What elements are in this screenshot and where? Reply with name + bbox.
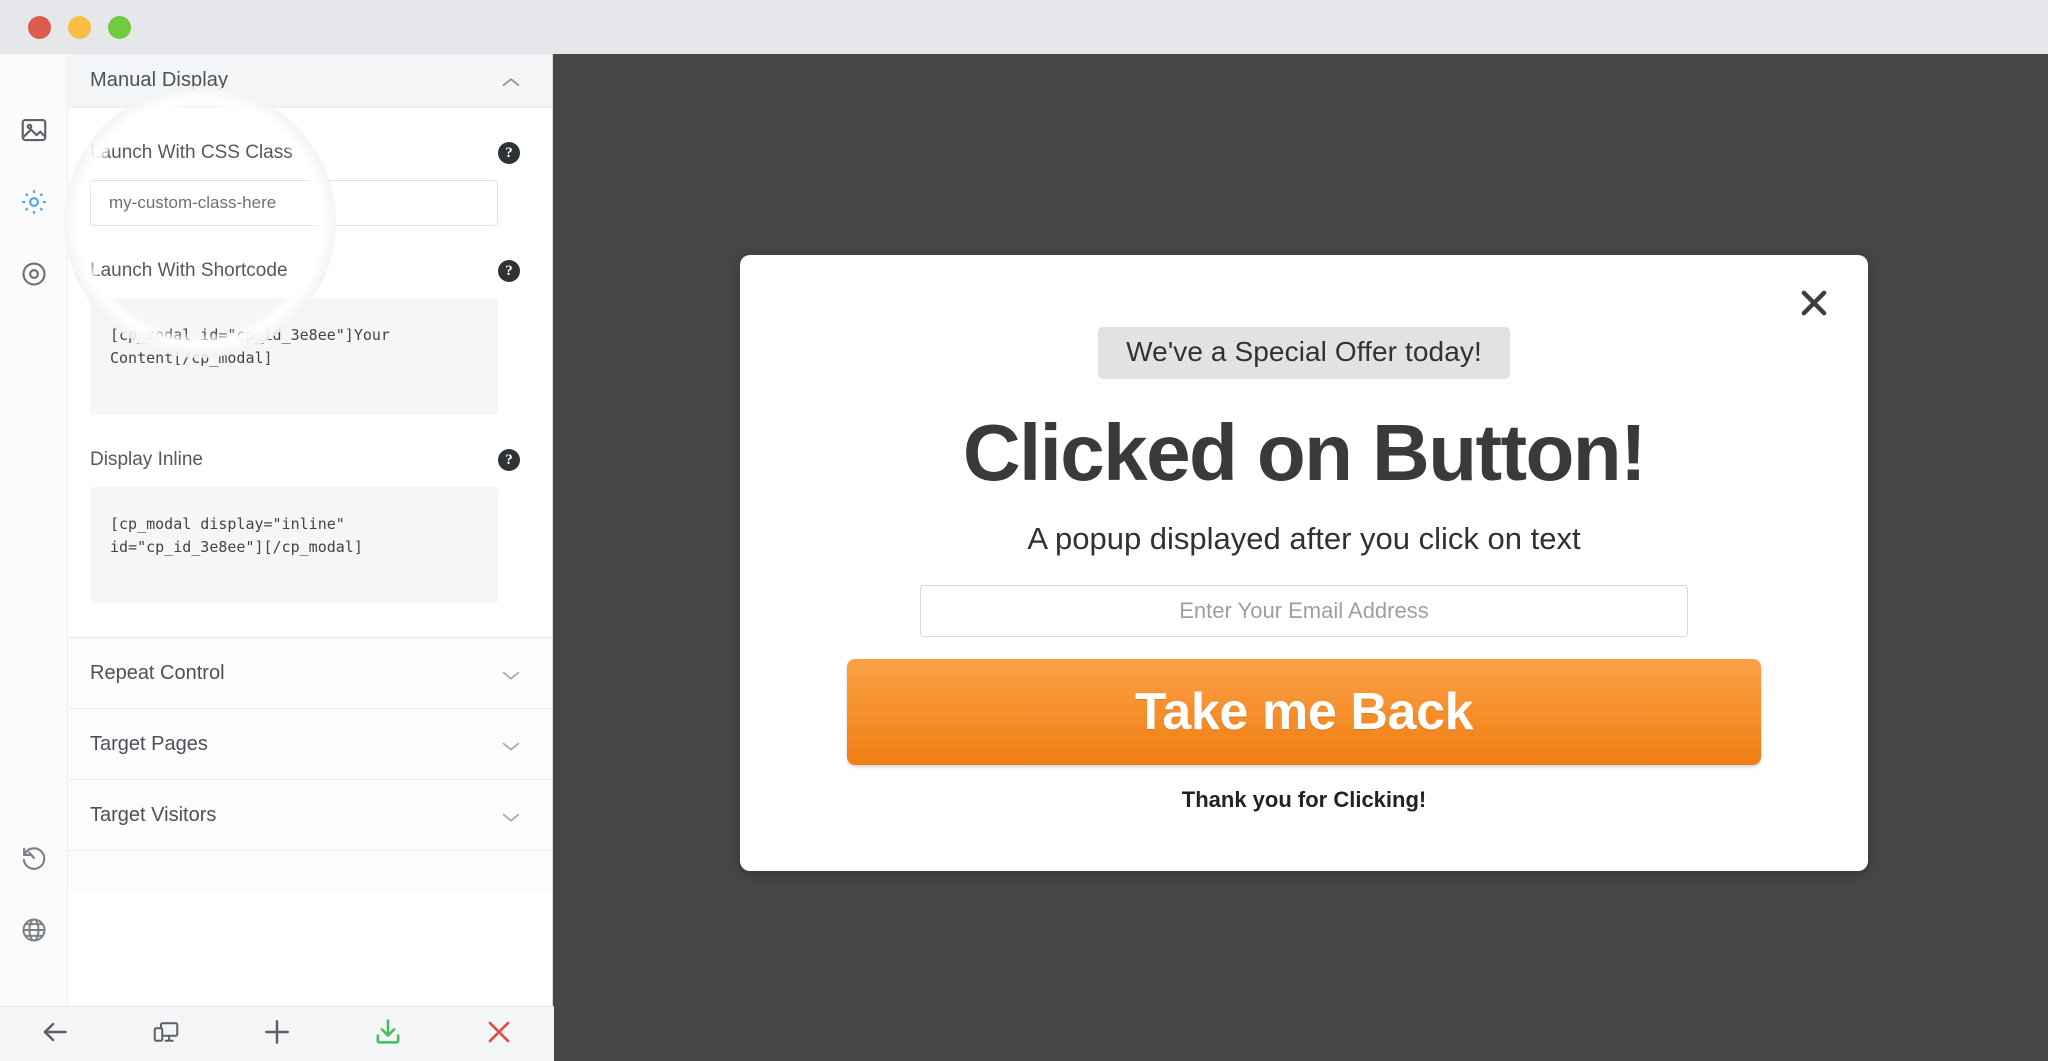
left-icon-rail <box>0 54 68 1061</box>
rail-bottom-group <box>0 822 68 966</box>
section-header-target-visitors[interactable]: Target Visitors <box>68 780 552 851</box>
section-header-manual-display[interactable]: Manual Display <box>68 54 552 108</box>
chevron-down-icon[interactable] <box>502 810 520 822</box>
modal-subheadline: A popup displayed after you click on tex… <box>1027 521 1581 556</box>
field-header: Launch With Shortcode ? <box>90 260 530 282</box>
close-x-icon <box>483 1016 515 1053</box>
toolbar-responsive-button[interactable] <box>111 1007 222 1061</box>
section-header-repeat-control[interactable]: Repeat Control <box>68 638 552 709</box>
field-launch-with-css-class: Launch With CSS Class ? <box>90 108 530 226</box>
field-header: Display Inline ? <box>90 448 530 471</box>
section-title: Repeat Control <box>90 661 225 684</box>
back-arrow-icon <box>39 1016 71 1053</box>
section-title: Manual Display <box>90 69 229 91</box>
rail-item-settings[interactable] <box>0 166 68 238</box>
history-icon <box>19 843 49 873</box>
window-titlebar <box>0 0 2048 54</box>
image-icon <box>19 115 49 145</box>
field-header: Launch With CSS Class ? <box>90 142 530 164</box>
shortcode-code-block[interactable]: [cp_modal id="cp_id_3e8ee"]Your Content[… <box>90 298 498 415</box>
modal-content: We've a Special Offer today! Clicked on … <box>740 327 1868 813</box>
traffic-light-group <box>28 15 131 39</box>
email-field[interactable] <box>920 585 1688 637</box>
help-icon[interactable]: ? <box>498 260 520 282</box>
popup-modal: We've a Special Offer today! Clicked on … <box>740 255 1868 871</box>
section-body-manual-display: Launch With CSS Class ? Launch With Shor… <box>68 108 552 638</box>
take-me-back-button[interactable]: Take me Back <box>847 659 1761 765</box>
field-label: Launch With CSS Class <box>90 142 293 163</box>
window-zoom-button[interactable] <box>108 15 131 39</box>
rail-item-history[interactable] <box>0 822 68 894</box>
toolbar-close-button[interactable] <box>443 1007 554 1061</box>
settings-sidebar: Manual Display Launch With CSS Class ? L… <box>68 54 553 1006</box>
close-x-icon <box>1795 284 1833 327</box>
chevron-up-icon[interactable] <box>502 75 520 87</box>
chevron-down-icon[interactable] <box>502 739 520 751</box>
bottom-toolbar <box>0 1006 554 1061</box>
app-window: Manual Display Launch With CSS Class ? L… <box>0 0 2048 1061</box>
target-icon <box>19 259 49 289</box>
rail-item-target[interactable] <box>0 238 68 310</box>
section-stub <box>68 851 552 891</box>
gear-icon <box>19 187 49 217</box>
thank-you-text: Thank you for Clicking! <box>1181 787 1427 812</box>
field-launch-with-shortcode: Launch With Shortcode ? [cp_modal id="cp… <box>90 226 530 415</box>
field-label: Display Inline <box>90 448 203 470</box>
section-header-target-pages[interactable]: Target Pages <box>68 709 552 780</box>
rail-item-globe[interactable] <box>0 894 68 966</box>
globe-icon <box>19 915 49 945</box>
help-icon[interactable]: ? <box>498 142 520 164</box>
chevron-down-icon[interactable] <box>502 668 520 680</box>
toolbar-back-button[interactable] <box>0 1007 111 1061</box>
window-minimize-button[interactable] <box>68 15 91 39</box>
help-icon[interactable]: ? <box>498 448 520 471</box>
css-class-input[interactable] <box>90 180 498 226</box>
window-close-button[interactable] <box>28 15 51 39</box>
inline-code-block[interactable]: [cp_modal display="inline" id="cp_id_3e8… <box>90 486 498 603</box>
rail-item-image[interactable] <box>0 94 68 166</box>
offer-badge: We've a Special Offer today! <box>1098 327 1510 379</box>
toolbar-add-button[interactable] <box>222 1007 333 1061</box>
download-save-icon <box>372 1016 404 1053</box>
plus-icon <box>260 1015 294 1054</box>
toolbar-save-button[interactable] <box>332 1007 443 1061</box>
field-display-inline: Display Inline ? [cp_modal display="inli… <box>90 415 530 603</box>
section-title: Target Pages <box>90 732 208 755</box>
modal-close-button[interactable] <box>1794 285 1834 325</box>
modal-headline: Clicked on Button! <box>962 408 1647 497</box>
section-title: Target Visitors <box>90 803 217 826</box>
field-label: Launch With Shortcode <box>90 260 288 281</box>
rail-top-group <box>0 94 68 310</box>
responsive-devices-icon <box>151 1017 181 1052</box>
